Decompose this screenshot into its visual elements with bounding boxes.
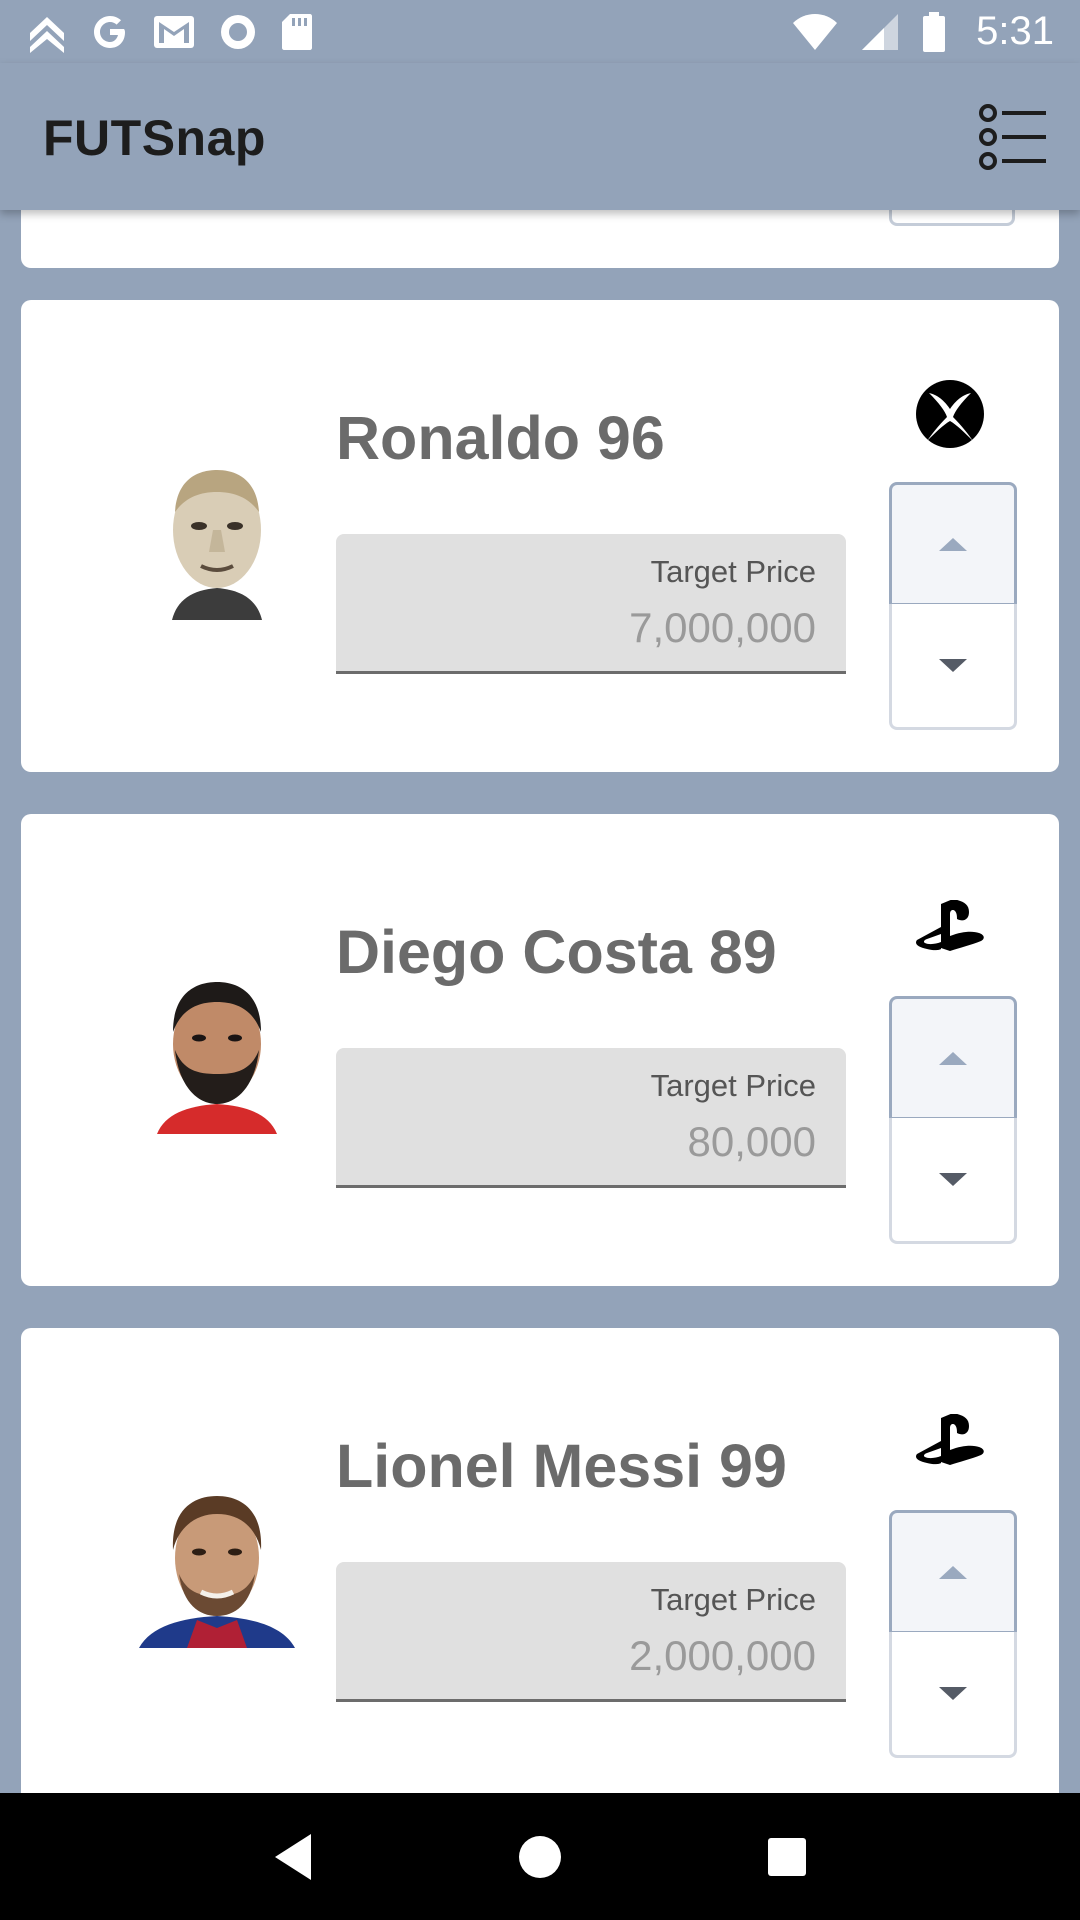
player-name: Diego Costa 89 — [336, 918, 777, 986]
player-name: Lionel Messi 99 — [336, 1432, 787, 1500]
battery-icon — [923, 11, 946, 52]
target-price-label: Target Price — [650, 554, 816, 589]
player-photo-ronaldo — [117, 460, 317, 620]
signal-icon — [862, 13, 899, 50]
arrow-up-icon — [939, 1051, 967, 1065]
wifi-icon — [793, 13, 838, 50]
navigation-bar — [0, 1793, 1080, 1920]
list-menu-button[interactable] — [978, 101, 1048, 173]
increase-price-button[interactable] — [889, 996, 1017, 1120]
platform-badge — [914, 1406, 986, 1478]
home-button[interactable] — [510, 1827, 570, 1887]
increase-price-button[interactable] — [889, 1510, 1017, 1634]
target-price-label: Target Price — [650, 1068, 816, 1103]
target-price-label: Target Price — [650, 1582, 816, 1617]
platform-badge — [914, 892, 986, 964]
target-price-value: 7,000,000 — [629, 604, 816, 651]
status-right-icons: 5:31 — [792, 9, 1054, 54]
app-title: FUTSnap — [43, 110, 266, 166]
player-name: Ronaldo 96 — [336, 404, 665, 472]
recents-button[interactable] — [757, 1827, 817, 1887]
playstation-icon — [916, 1414, 984, 1465]
player-list[interactable]: Ronaldo 96 Target Price 7,000,000 Diego … — [0, 210, 1080, 1793]
home-icon — [518, 1835, 561, 1878]
decrease-price-button[interactable] — [889, 1118, 1017, 1244]
status-bar: 5:31 — [0, 0, 1080, 63]
xbox-icon — [916, 380, 984, 448]
stepper-stub — [889, 210, 1015, 226]
price-stepper — [889, 996, 1017, 1244]
target-price-value: 2,000,000 — [629, 1632, 816, 1679]
arrow-down-icon — [939, 659, 967, 672]
target-price-field[interactable]: Target Price 80,000 — [336, 1048, 846, 1188]
app-bar: FUTSnap — [0, 63, 1080, 210]
partial-player-card — [21, 210, 1059, 268]
status-time: 5:31 — [976, 9, 1054, 53]
price-stepper — [889, 482, 1017, 730]
sd-card-icon — [282, 13, 312, 50]
chevrons-up-icon — [30, 16, 64, 53]
player-photo-lionel-messi — [117, 1488, 317, 1648]
target-price-value: 80,000 — [687, 1118, 816, 1165]
price-stepper — [889, 1510, 1017, 1758]
recents-icon — [767, 1837, 806, 1876]
status-left-icons — [26, 11, 314, 53]
back-button[interactable] — [263, 1827, 323, 1887]
arrow-down-icon — [939, 1173, 967, 1186]
arrow-up-icon — [939, 537, 967, 551]
player-photo-diego-costa — [117, 974, 317, 1134]
arrow-up-icon — [939, 1565, 967, 1579]
list-menu-icon — [979, 104, 1046, 170]
target-price-field[interactable]: Target Price 2,000,000 — [336, 1562, 846, 1702]
google-icon — [94, 15, 125, 48]
playstation-icon — [916, 900, 984, 951]
player-card: Lionel Messi 99 Target Price 2,000,000 — [21, 1328, 1059, 1793]
record-icon — [221, 14, 255, 49]
increase-price-button[interactable] — [889, 482, 1017, 606]
arrow-down-icon — [939, 1687, 967, 1700]
target-price-field[interactable]: Target Price 7,000,000 — [336, 534, 846, 674]
platform-badge — [914, 378, 986, 450]
player-card: Diego Costa 89 Target Price 80,000 — [21, 814, 1059, 1286]
player-card: Ronaldo 96 Target Price 7,000,000 — [21, 300, 1059, 772]
gmail-icon — [154, 15, 194, 48]
decrease-price-button[interactable] — [889, 1632, 1017, 1758]
decrease-price-button[interactable] — [889, 604, 1017, 730]
back-icon — [275, 1833, 312, 1880]
